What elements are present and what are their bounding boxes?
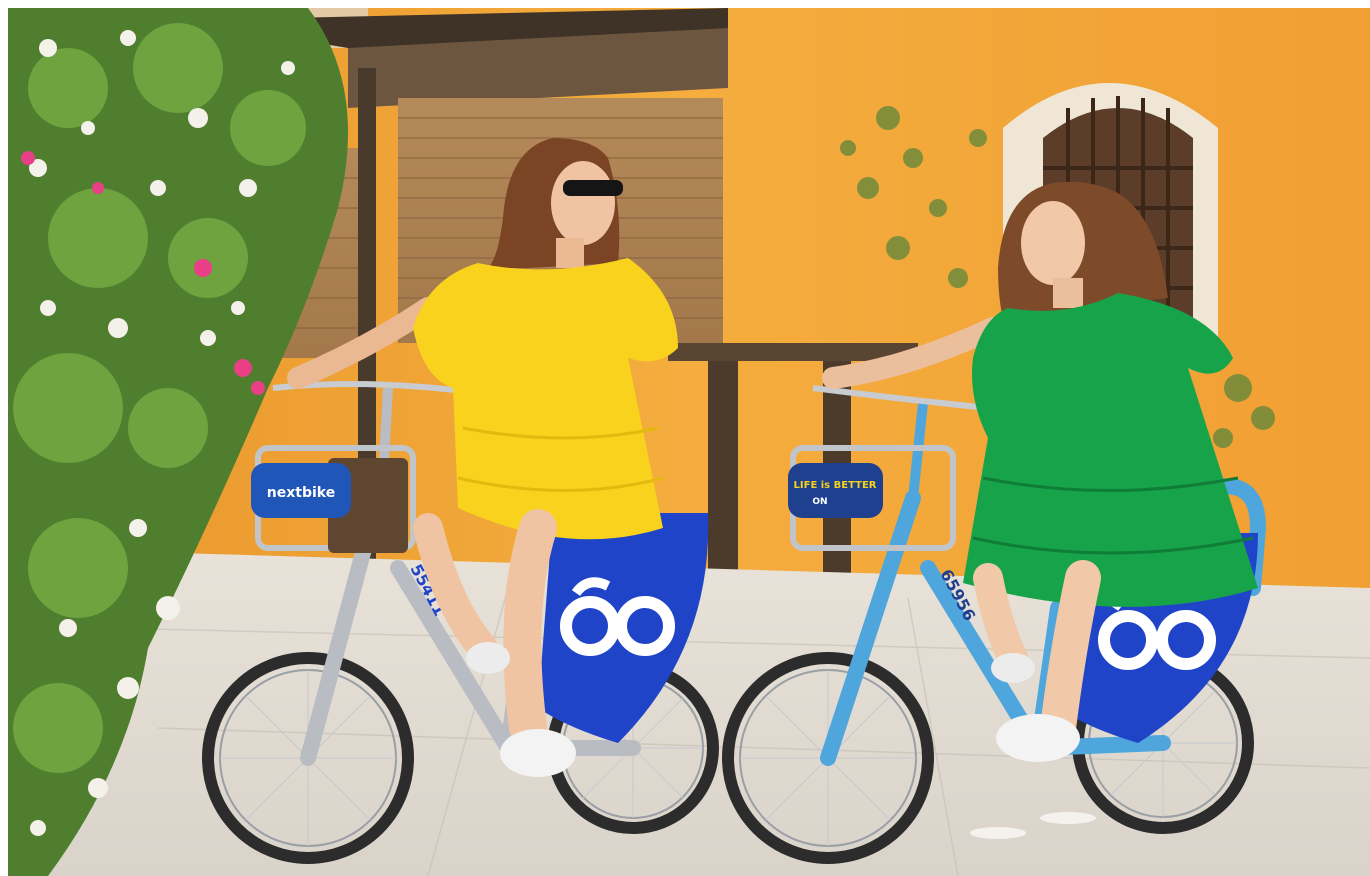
nextbike-sign-text: nextbike — [267, 485, 335, 501]
bike-photo: nextbike 55411 LIFE is BETTER ON 65956 — [8, 8, 1370, 876]
sign-line2: ON — [812, 497, 827, 507]
sign-line1: LIFE is BETTER — [794, 480, 877, 491]
